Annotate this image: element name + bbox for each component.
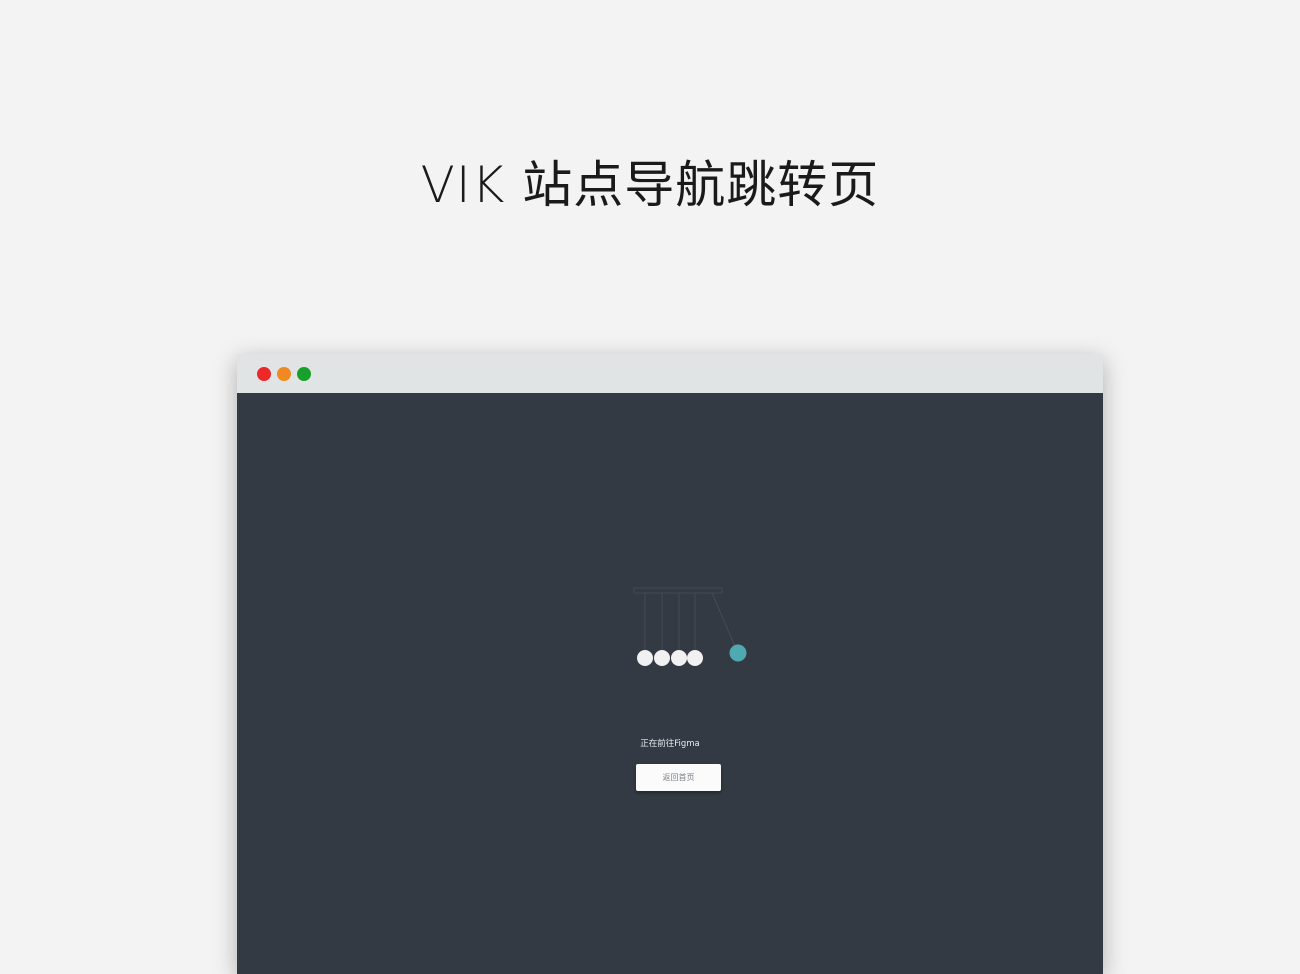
back-to-home-button[interactable]: 返回首页 <box>636 764 721 791</box>
page-title: VIK 站点导航跳转页 <box>420 156 880 214</box>
window-titlebar <box>237 354 1103 393</box>
browser-window: 正在前往Figma 返回首页 <box>237 354 1103 974</box>
minimize-window-button[interactable] <box>277 367 291 381</box>
cradle-ball <box>654 650 670 666</box>
newtons-cradle-icon <box>633 587 747 666</box>
cradle-string <box>711 592 738 652</box>
page-viewport: 正在前往Figma 返回首页 <box>237 393 1103 974</box>
cradle-ball <box>671 650 687 666</box>
maximize-window-button[interactable] <box>297 367 311 381</box>
redirect-message: 正在前往Figma <box>640 739 700 749</box>
cradle-frame <box>633 587 723 594</box>
cradle-ball-active <box>729 644 747 662</box>
cradle-ball <box>637 650 653 666</box>
close-window-button[interactable] <box>257 367 271 381</box>
cradle-ball <box>687 650 703 666</box>
